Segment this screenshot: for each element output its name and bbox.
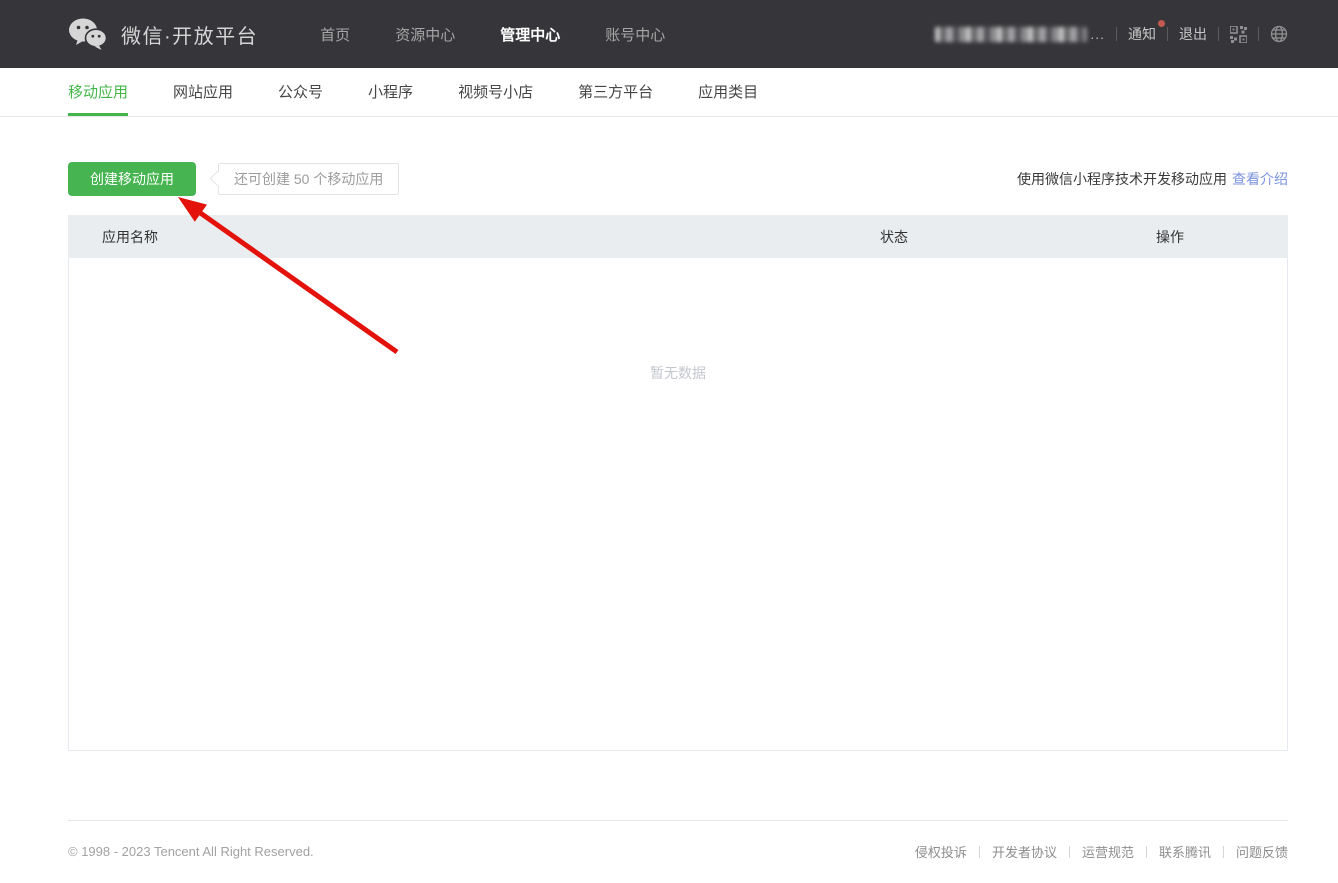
footer-link-developer-agreement[interactable]: 开发者协议 [992,842,1057,861]
brand-title: 微信·开放平台 [121,20,258,49]
divider [1069,846,1070,858]
tab-mini-program[interactable]: 小程序 [368,68,413,116]
column-header-app-name: 应用名称 [68,227,880,247]
column-header-action: 操作 [1156,227,1288,247]
column-header-status: 状态 [880,227,1156,247]
top-header: 微信·开放平台 首页 资源中心 管理中心 账号中心 ... 通知 退出 [0,0,1338,68]
tab-app-category[interactable]: 应用类目 [698,68,758,116]
divider [1116,27,1117,41]
page-footer: © 1998 - 2023 Tencent All Right Reserved… [68,820,1288,861]
notifications-label: 通知 [1128,26,1156,42]
logout-link[interactable]: 退出 [1179,24,1207,44]
app-table: 应用名称 状态 操作 暂无数据 [68,215,1288,751]
main-nav: 首页 资源中心 管理中心 账号中心 [320,24,710,45]
divider [979,846,980,858]
app-type-tabbar: 移动应用 网站应用 公众号 小程序 视频号小店 第三方平台 应用类目 [0,68,1338,117]
wechat-logo-icon [68,17,108,51]
footer-link-operation-rules[interactable]: 运营规范 [1082,842,1134,861]
divider [1218,27,1219,41]
copyright-text: © 1998 - 2023 Tencent All Right Reserved… [68,844,314,859]
nav-item-management[interactable]: 管理中心 [500,24,560,45]
table-header-row: 应用名称 状态 操作 [68,215,1288,258]
footer-link-infringement[interactable]: 侵权投诉 [915,842,967,861]
nav-item-home[interactable]: 首页 [320,24,350,45]
promo-text: 使用微信小程序技术开发移动应用查看介绍 [1017,169,1288,189]
brand[interactable]: 微信·开放平台 [68,17,258,51]
tab-official-account[interactable]: 公众号 [278,68,323,116]
tab-third-party-platform[interactable]: 第三方平台 [578,68,653,116]
divider [1146,846,1147,858]
account-area: ... 通知 退出 [935,24,1288,44]
toolbar: 创建移动应用 还可创建 50 个移动应用 使用微信小程序技术开发移动应用查看介绍 [68,162,1288,196]
promo-text-label: 使用微信小程序技术开发移动应用 [1017,171,1227,187]
table-body: 暂无数据 [68,258,1288,751]
notification-dot [1158,20,1165,27]
divider [1167,27,1168,41]
divider [1223,846,1224,858]
quota-remaining-tip: 还可创建 50 个移动应用 [218,163,399,195]
main-content: 创建移动应用 还可创建 50 个移动应用 使用微信小程序技术开发移动应用查看介绍… [0,162,1338,751]
empty-state-text: 暂无数据 [69,363,1287,383]
divider [1258,27,1259,41]
view-intro-link[interactable]: 查看介绍 [1232,171,1288,187]
footer-link-contact-tencent[interactable]: 联系腾讯 [1159,842,1211,861]
notifications-link[interactable]: 通知 [1128,24,1156,44]
tab-channels-shop[interactable]: 视频号小店 [458,68,533,116]
globe-icon[interactable] [1270,25,1288,43]
create-mobile-app-button[interactable]: 创建移动应用 [68,162,196,196]
nav-item-account[interactable]: 账号中心 [605,24,665,45]
account-name-ellipsis: ... [1090,26,1105,42]
nav-item-resources[interactable]: 资源中心 [395,24,455,45]
qr-code-icon[interactable] [1230,26,1247,43]
footer-links: 侵权投诉 开发者协议 运营规范 联系腾讯 问题反馈 [915,842,1288,861]
account-name-blurred[interactable] [935,27,1087,42]
footer-link-feedback[interactable]: 问题反馈 [1236,842,1288,861]
tab-website-app[interactable]: 网站应用 [173,68,233,116]
tab-mobile-app[interactable]: 移动应用 [68,68,128,116]
